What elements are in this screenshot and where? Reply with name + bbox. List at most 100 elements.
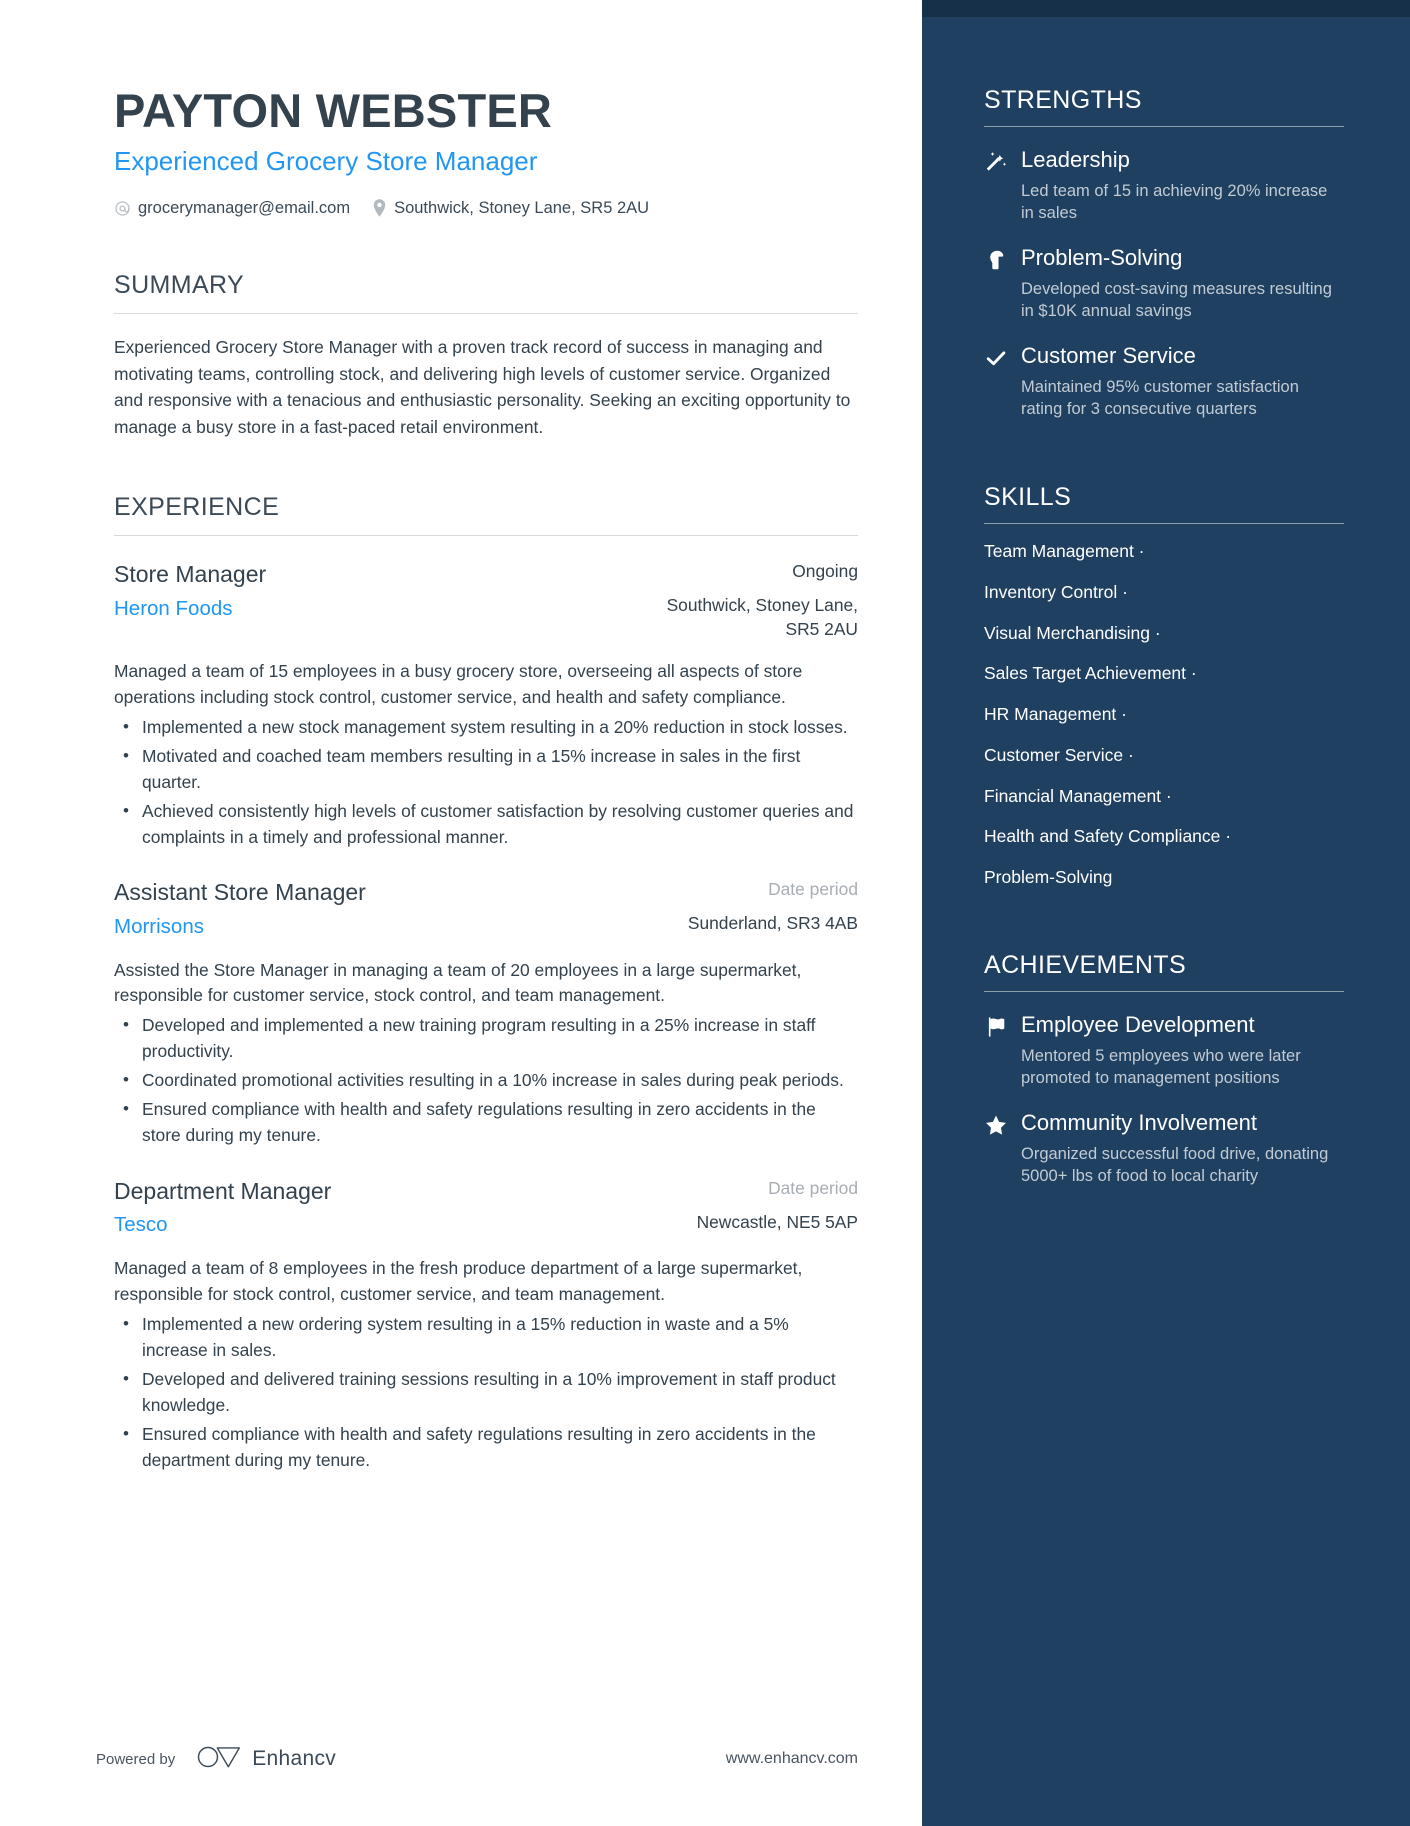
contact-email[interactable]: grocerymanager@email.com xyxy=(114,199,350,218)
sidebar-top-strip xyxy=(922,0,1410,17)
achievement-item: Employee Development Mentored 5 employees… xyxy=(984,1012,1344,1090)
skill-separator: · xyxy=(1117,581,1128,602)
job-date: Date period xyxy=(768,879,858,900)
experience-entry-left: Store Manager Heron Foods xyxy=(114,560,643,621)
job-company[interactable]: Morrisons xyxy=(114,914,619,940)
experience-entry: Store Manager Heron Foods Ongoing Southwick… xyxy=(114,560,858,850)
skill-separator: · xyxy=(1220,826,1232,847)
magic-wand-icon xyxy=(984,151,1008,173)
check-icon xyxy=(984,347,1008,369)
strengths-divider xyxy=(984,126,1344,127)
job-company[interactable]: Heron Foods xyxy=(114,596,619,622)
sidebar: STRENGTHS Leadership Led team of 15 in ac… xyxy=(922,0,1410,1826)
strength-item-description: Developed cost-saving measures resulting… xyxy=(1021,279,1332,321)
summary-section: SUMMARY Experienced Grocery Store Manage… xyxy=(114,271,858,441)
enhancv-brand[interactable]: Enhancv xyxy=(197,1744,336,1774)
strength-item-title: Problem-Solving xyxy=(1021,245,1183,271)
job-location: Southwick, Stoney Lane, SR5 2AU xyxy=(666,595,858,639)
achievement-item-body: Employee Development Mentored 5 employees… xyxy=(1021,1012,1344,1090)
job-description: Assisted the Store Manager in managing a… xyxy=(114,959,802,1006)
skills-divider xyxy=(984,523,1344,525)
skill-label: Financial Management xyxy=(984,785,1162,806)
location-pin-icon xyxy=(372,199,387,218)
job-bullet-list: Implemented a new stock management syste… xyxy=(114,714,858,851)
job-role: Department Manager xyxy=(114,1178,332,1204)
job-bullet: Ensured compliance with health and safet… xyxy=(114,1421,858,1474)
header-block: PAYTON WEBSTER Experienced Grocery Store… xyxy=(114,84,858,218)
skill-item: Health and Safety Compliance · xyxy=(984,825,1344,848)
job-bullet: Implemented a new stock management syste… xyxy=(114,714,858,741)
experience-entry: Department Manager Tesco Date period Newcas… xyxy=(114,1177,858,1473)
skill-item: Problem-Solving xyxy=(984,866,1344,889)
achievements-divider xyxy=(984,990,1344,992)
achievement-item-description: Mentored 5 employees who were later prom… xyxy=(1021,1046,1301,1088)
experience-entry-header: Store Manager Heron Foods Ongoing Southwick… xyxy=(114,560,858,641)
skill-separator: · xyxy=(1150,622,1161,643)
experience-entry-left: Assistant Store Manager Morrisons xyxy=(114,878,643,939)
strength-item-title: Leadership xyxy=(1021,147,1130,172)
skill-label: Visual Merchandising xyxy=(984,622,1151,643)
skills-heading: SKILLS xyxy=(984,483,1072,512)
main-column: PAYTON WEBSTER Experienced Grocery Store… xyxy=(0,0,922,1826)
summary-heading: SUMMARY xyxy=(114,270,245,299)
job-bullet: Motivated and coached team members resul… xyxy=(114,743,858,796)
skill-label: Customer Service xyxy=(984,744,1124,765)
strengths-section: STRENGTHS Leadership Led team of 15 in ac… xyxy=(984,86,1344,421)
footer: Powered by Enhancv www.enhancv.com xyxy=(96,1744,858,1774)
achievements-section: ACHIEVEMENTS Employee Development Mentore… xyxy=(984,951,1344,1188)
strength-item-body: Customer Service Maintained 95% customer … xyxy=(1021,343,1344,421)
job-role: Assistant Store Manager xyxy=(114,879,366,906)
achievement-item-title: Community Involvement xyxy=(1021,1109,1257,1135)
experience-entry-right: Date period Newcastle, NE5 5AP xyxy=(643,1177,858,1234)
skills-section: SKILLS Team Management · Inventory Contro… xyxy=(984,483,1344,889)
contact-location: Southwick, Stoney Lane, SR5 2AU xyxy=(372,199,649,218)
strength-item-title: Customer Service xyxy=(1021,343,1196,369)
experience-heading: EXPERIENCE xyxy=(114,493,280,522)
job-role: Store Manager xyxy=(114,561,267,588)
skill-item: HR Management · xyxy=(984,703,1344,726)
skill-label: Sales Target Achievement xyxy=(984,663,1187,684)
enhancv-brand-name: Enhancv xyxy=(252,1747,337,1770)
job-description: Managed a team of 8 employees in the fre… xyxy=(114,1258,803,1304)
skill-separator: · xyxy=(1116,704,1127,725)
contact-location-text: Southwick, Stoney Lane, SR5 2AU xyxy=(394,198,650,217)
powered-by-label: Powered by xyxy=(96,1750,176,1768)
strength-item: Problem-Solving Developed cost-saving mea… xyxy=(984,245,1344,323)
experience-entry-header: Assistant Store Manager Morrisons Date per… xyxy=(114,878,858,939)
job-bullet-list: Developed and implemented a new training… xyxy=(114,1012,858,1149)
lightbulb-head-icon xyxy=(984,249,1008,271)
skill-item: Team Management · xyxy=(984,540,1344,563)
skill-separator: · xyxy=(1133,541,1145,562)
skill-separator: · xyxy=(1161,785,1172,806)
job-description: Managed a team of 15 employees in a busy… xyxy=(114,661,803,707)
footer-url[interactable]: www.enhancv.com xyxy=(726,1750,858,1768)
experience-entry: Assistant Store Manager Morrisons Date per… xyxy=(114,878,858,1149)
job-location: Newcastle, NE5 5AP xyxy=(696,1211,858,1232)
experience-entry-header: Department Manager Tesco Date period Newcas… xyxy=(114,1177,858,1238)
experience-section: EXPERIENCE Store Manager Heron Foods Ongoi… xyxy=(114,493,858,1473)
contact-row: grocerymanager@email.com Southwick, Ston… xyxy=(114,199,858,218)
achievement-item-body: Community Involvement Organized successfu… xyxy=(1021,1110,1344,1188)
skill-label: HR Management xyxy=(984,704,1117,725)
strengths-list: Leadership Led team of 15 in achieving 20… xyxy=(984,147,1344,421)
job-bullet: Developed and implemented a new training… xyxy=(114,1012,858,1065)
job-bullet-list: Implemented a new ordering system result… xyxy=(114,1311,858,1474)
skill-label: Team Management xyxy=(984,541,1134,562)
achievement-item-description: Organized successful food drive, donatin… xyxy=(1021,1144,1329,1186)
job-company[interactable]: Tesco xyxy=(114,1212,619,1238)
achievement-item: Community Involvement Organized successfu… xyxy=(984,1110,1344,1188)
job-bullet: Implemented a new ordering system result… xyxy=(114,1311,858,1364)
headline-subtitle: Experienced Grocery Store Manager xyxy=(114,145,538,176)
page-title: PAYTON WEBSTER xyxy=(114,84,553,137)
experience-entry-right: Date period Sunderland, SR3 4AB xyxy=(643,878,858,935)
job-date: Ongoing xyxy=(792,561,858,582)
skill-item: Visual Merchandising · xyxy=(984,622,1344,645)
star-icon xyxy=(984,1114,1008,1137)
experience-list: Store Manager Heron Foods Ongoing Southwick… xyxy=(114,560,858,1473)
strength-item-body: Leadership Led team of 15 in achieving 20… xyxy=(1021,147,1344,225)
summary-text: Experienced Grocery Store Manager with a… xyxy=(114,336,851,437)
job-bullet: Coordinated promotional activities resul… xyxy=(114,1067,858,1094)
experience-entry-left: Department Manager Tesco xyxy=(114,1177,643,1238)
enhancv-logo-icon xyxy=(197,1744,241,1774)
achievements-heading: ACHIEVEMENTS xyxy=(984,950,1187,979)
